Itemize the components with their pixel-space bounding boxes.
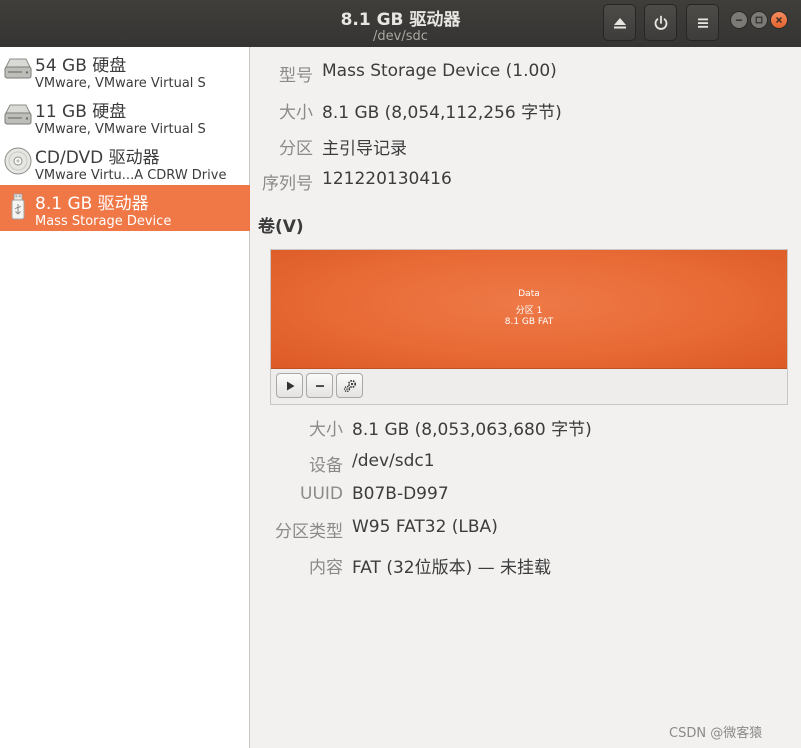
partitioning-label: 分区 (279, 139, 313, 159)
partition-number: 分区 1 (515, 306, 543, 316)
drive-list: 54 GB 硬盘 VMware, VMware Virtual S 11 GB … (0, 47, 250, 748)
window-subtitle: /dev/sdc (373, 29, 428, 44)
minimize-button[interactable] (730, 11, 748, 29)
partition-size-label: 大小 (309, 420, 343, 440)
drive-item-usb[interactable]: 8.1 GB 驱动器 Mass Storage Device (0, 185, 250, 231)
optical-disc-icon (4, 147, 32, 175)
partition-size-value: 8.1 GB (8,053,063,680 字节) (352, 420, 592, 440)
drive-item-54gb[interactable]: 54 GB 硬盘 VMware, VMware Virtual S (0, 47, 250, 93)
contents-value: FAT (32位版本) — 未挂载 (352, 558, 552, 578)
watermark: CSDN @微客猿 (669, 726, 763, 741)
partition-size: 8.1 GB FAT (504, 317, 554, 327)
hard-disk-icon (4, 104, 32, 125)
model-label: 型号 (279, 66, 313, 86)
device-label: 设备 (309, 456, 343, 476)
close-icon (776, 17, 782, 23)
drive-name: CD/DVD 驱动器 (35, 148, 160, 168)
menu-icon (697, 18, 708, 28)
header-bar: 8.1 GB 驱动器 /dev/sdc (0, 0, 801, 48)
drive-name: 8.1 GB 驱动器 (35, 194, 149, 214)
serial-value: 121220130416 (322, 169, 452, 189)
volumes-title: 卷(V) (258, 217, 304, 237)
partition-type-value: W95 FAT32 (LBA) (352, 517, 498, 537)
serial-label: 序列号 (262, 174, 313, 194)
drive-item-cdrom[interactable]: CD/DVD 驱动器 VMware Virtu...A CDRW Drive (0, 139, 250, 185)
window-controls (730, 11, 788, 33)
maximize-icon (755, 16, 763, 24)
eject-button[interactable] (603, 4, 636, 41)
power-icon (654, 15, 667, 30)
drive-detail: VMware Virtu...A CDRW Drive (35, 168, 227, 182)
window-title: 8.1 GB 驱动器 (340, 10, 461, 30)
partition-block[interactable]: Data 分区 1 8.1 GB FAT (271, 250, 787, 369)
drive-detail: VMware, VMware Virtual S (35, 122, 206, 136)
hard-disk-icon (4, 58, 32, 79)
size-value: 8.1 GB (8,054,112,256 字节) (322, 103, 562, 123)
size-label: 大小 (279, 103, 313, 123)
drive-detail: Mass Storage Device (35, 214, 172, 228)
uuid-label: UUID (300, 484, 343, 504)
drive-name: 11 GB 硬盘 (35, 102, 127, 122)
power-off-button[interactable] (644, 4, 677, 41)
eject-icon (613, 17, 626, 28)
minimize-icon (736, 19, 742, 21)
play-icon (286, 381, 294, 390)
gears-icon (343, 379, 356, 392)
partition-label: Data (518, 289, 540, 299)
mount-button[interactable] (276, 373, 303, 398)
device-value: /dev/sdc1 (352, 451, 435, 471)
drive-item-11gb[interactable]: 11 GB 硬盘 VMware, VMware Virtual S (0, 93, 250, 139)
drive-name: 54 GB 硬盘 (35, 56, 127, 76)
contents-label: 内容 (309, 558, 343, 578)
partitioning-value: 主引导记录 (322, 139, 407, 159)
maximize-button[interactable] (750, 11, 768, 29)
close-button[interactable] (770, 11, 788, 29)
partition-options-button[interactable] (336, 373, 363, 398)
menu-button[interactable] (686, 4, 719, 41)
disks-window: 8.1 GB 驱动器 /dev/sdc 54 GB 硬盘 VMware, VMw… (0, 0, 801, 748)
volume-map: Data 分区 1 8.1 GB FAT (270, 249, 788, 405)
usb-drive-icon (11, 193, 25, 220)
partition-type-label: 分区类型 (275, 522, 343, 542)
drive-details-panel: 型号 Mass Storage Device (1.00) 大小 8.1 GB … (250, 47, 801, 748)
model-value: Mass Storage Device (1.00) (322, 61, 557, 81)
minus-icon (315, 384, 324, 387)
drive-detail: VMware, VMware Virtual S (35, 76, 206, 90)
delete-partition-button[interactable] (306, 373, 333, 398)
uuid-value: B07B-D997 (352, 484, 449, 504)
